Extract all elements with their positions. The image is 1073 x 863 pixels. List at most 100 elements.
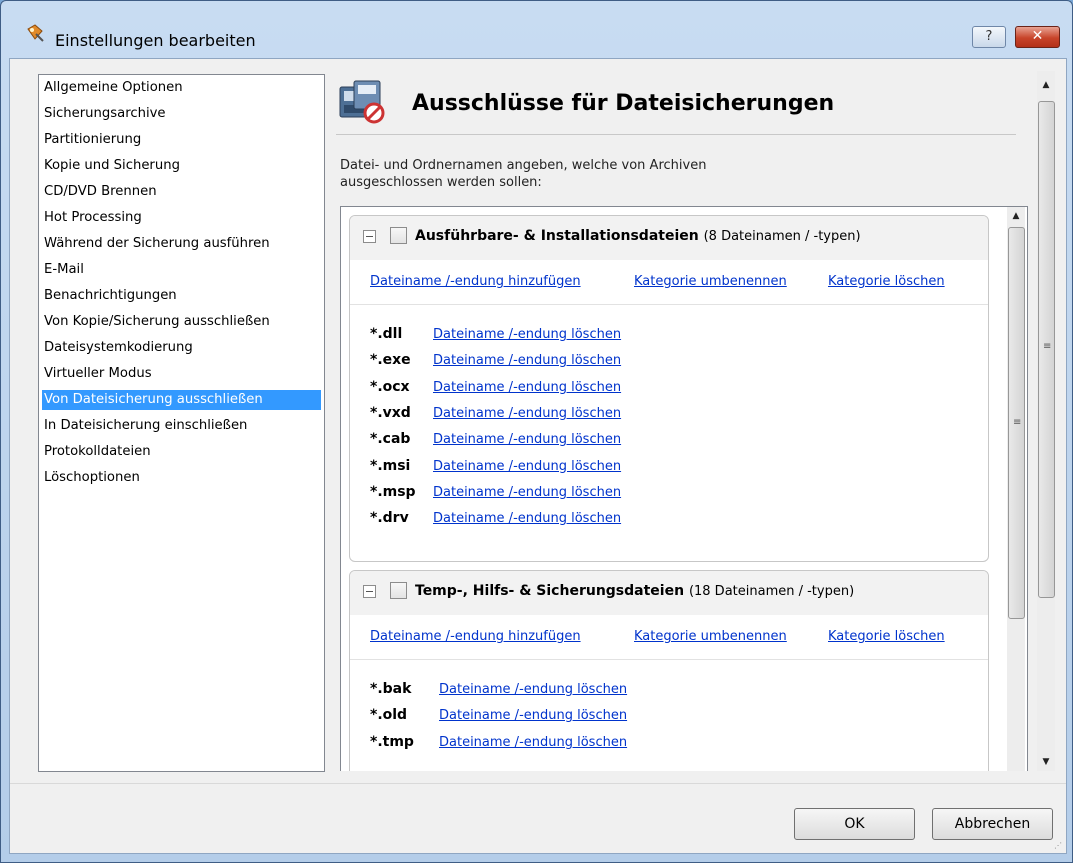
cancel-button[interactable]: Abbrechen <box>932 808 1053 840</box>
delete-filename-link[interactable]: Dateiname /-endung löschen <box>439 682 627 697</box>
window-title: Einstellungen bearbeiten <box>55 31 256 50</box>
help-button[interactable]: ? <box>972 26 1006 48</box>
description-text: Datei- und Ordnernamen angeben, welche v… <box>340 157 820 191</box>
content-scroll-thumb[interactable]: ≡ <box>1038 101 1055 598</box>
delete-filename-link[interactable]: Dateiname /-endung löschen <box>433 432 621 447</box>
file-extension: *.vxd <box>370 404 411 421</box>
rename-category-link[interactable]: Kategorie umbenennen <box>634 274 787 289</box>
file-entry-row: *.exe Dateiname /-endung löschen <box>370 348 970 374</box>
scroll-thumb[interactable]: ≡ <box>1008 227 1025 619</box>
nav-item[interactable]: Benachrichtigungen <box>42 286 321 306</box>
nav-item[interactable]: Allgemeine Optionen <box>42 78 321 98</box>
delete-filename-link[interactable]: Dateiname /-endung löschen <box>433 459 621 474</box>
file-entry-row: *.bak Dateiname /-endung löschen <box>370 677 970 703</box>
nav-item[interactable]: Virtueller Modus <box>42 364 321 384</box>
category-actions: Dateiname /-endung hinzufügen Kategorie u… <box>350 260 988 305</box>
file-entry-row: *.drv Dateiname /-endung löschen <box>370 506 970 532</box>
scroll-up-arrow-icon[interactable]: ▲ <box>1007 207 1025 225</box>
ok-button[interactable]: OK <box>794 808 915 840</box>
delete-category-link[interactable]: Kategorie löschen <box>828 629 945 644</box>
category-checkbox[interactable] <box>390 227 407 244</box>
delete-filename-link[interactable]: Dateiname /-endung löschen <box>433 511 621 526</box>
add-filename-link[interactable]: Dateiname /-endung hinzufügen <box>370 274 581 289</box>
file-extension: *.bak <box>370 681 412 697</box>
description-line-1: Datei- und Ordnernamen angeben, welche v… <box>340 158 707 173</box>
category-count: (8 Dateinamen / -typen) <box>703 229 861 244</box>
category-name: Temp-, Hilfs- & Sicherungsdateien <box>415 583 685 599</box>
delete-filename-link[interactable]: Dateiname /-endung löschen <box>433 353 621 368</box>
file-entry-row: *.dll Dateiname /-endung löschen <box>370 322 970 348</box>
content-scroll-down-arrow-icon[interactable]: ▼ <box>1037 753 1055 771</box>
file-entry-row: *.msi Dateiname /-endung löschen <box>370 454 970 480</box>
nav-item[interactable]: Protokolldateien <box>42 442 321 462</box>
app-icon <box>27 24 44 42</box>
footer-divider <box>10 783 1066 784</box>
file-extension: *.msi <box>370 457 411 474</box>
content-grip-icon: ≡ <box>1043 341 1052 352</box>
nav-item[interactable]: E-Mail <box>42 260 321 280</box>
nav-item[interactable]: Sicherungsarchive <box>42 104 321 124</box>
nav-item[interactable]: Hot Processing <box>42 208 321 228</box>
nav-item[interactable]: Löschoptionen <box>42 468 321 488</box>
category-count: (18 Dateinamen / -typen) <box>688 584 855 599</box>
delete-filename-link[interactable]: Dateiname /-endung löschen <box>433 406 621 421</box>
file-extension: *.old <box>370 707 408 724</box>
file-extension: *.ocx <box>370 378 410 395</box>
category-name: Ausführbare- & Installationsdateien <box>415 228 699 244</box>
settings-dialog: Einstellungen bearbeiten ? ✕ Allgemeine … <box>0 0 1073 863</box>
category-title: Temp-, Hilfs- & Sicherungsdateien (18 Da… <box>415 583 854 599</box>
content-scrollbar[interactable]: ▲ ≡ ▼ <box>1037 71 1055 771</box>
title-divider <box>336 134 1016 135</box>
nav-item[interactable]: Kopie und Sicherung <box>42 156 321 176</box>
nav-item[interactable]: CD/DVD Brennen <box>42 182 321 202</box>
add-filename-link[interactable]: Dateiname /-endung hinzufügen <box>370 629 581 644</box>
file-extension: *.msp <box>370 483 416 500</box>
delete-filename-link[interactable]: Dateiname /-endung löschen <box>433 485 621 500</box>
file-extension: *.dll <box>370 326 403 342</box>
nav-item[interactable]: In Dateisicherung einschließen <box>42 416 321 436</box>
nav-item[interactable]: Von Kopie/Sicherung ausschließen <box>42 312 321 332</box>
backup-exclusion-icon <box>339 80 385 124</box>
file-entry-row: *.old Dateiname /-endung löschen <box>370 703 970 729</box>
rename-category-link[interactable]: Kategorie umbenennen <box>634 629 787 644</box>
nav-item[interactable]: Während der Sicherung ausführen <box>42 234 321 254</box>
content-panel: Ausschlüsse für Dateisicherungen Datei- … <box>328 71 1038 771</box>
file-entry-row: *.msp Dateiname /-endung löschen <box>370 480 970 506</box>
resize-grip-icon[interactable]: ⋰ <box>1054 841 1064 851</box>
collapse-icon[interactable] <box>363 585 376 598</box>
nav-item[interactable]: Partitionierung <box>42 130 321 150</box>
file-extension: *.drv <box>370 510 409 527</box>
file-entry-row: *.vxd Dateiname /-endung löschen <box>370 401 970 427</box>
category-panel: Ausführbare- & Installationsdateien (8 D… <box>349 215 989 562</box>
dialog-body: Allgemeine Optionen Sicherungsarchive Part… <box>9 58 1067 854</box>
close-button[interactable]: ✕ <box>1015 26 1060 48</box>
file-entry-row: *.ocx Dateiname /-endung löschen <box>370 375 970 401</box>
collapse-icon[interactable] <box>363 230 376 243</box>
category-panel: Temp-, Hilfs- & Sicherungsdateien (18 Da… <box>349 570 989 771</box>
grip-icon: ≡ <box>1013 417 1022 428</box>
category-actions: Dateiname /-endung hinzufügen Kategorie u… <box>350 615 988 660</box>
nav-item[interactable]: Dateisystemkodierung <box>42 338 321 358</box>
category-header: Temp-, Hilfs- & Sicherungsdateien (18 Da… <box>350 571 988 616</box>
delete-filename-link[interactable]: Dateiname /-endung löschen <box>433 327 621 342</box>
description-line-2: ausgeschlossen werden sollen: <box>340 175 542 190</box>
category-title: Ausführbare- & Installationsdateien (8 D… <box>415 228 861 244</box>
file-extension: *.tmp <box>370 733 414 750</box>
exclusion-list-scrollbar[interactable]: ▲ ≡ <box>1007 207 1025 771</box>
delete-category-link[interactable]: Kategorie löschen <box>828 274 945 289</box>
page-title: Ausschlüsse für Dateisicherungen <box>412 91 835 116</box>
category-checkbox[interactable] <box>390 582 407 599</box>
delete-filename-link[interactable]: Dateiname /-endung löschen <box>439 708 627 723</box>
file-entry-row: *.tmp Dateiname /-endung löschen <box>370 730 970 756</box>
delete-filename-link[interactable]: Dateiname /-endung löschen <box>439 735 627 750</box>
file-entry-row: *.cab Dateiname /-endung löschen <box>370 427 970 453</box>
delete-filename-link[interactable]: Dateiname /-endung löschen <box>433 380 621 395</box>
title-bar[interactable]: Einstellungen bearbeiten ? ✕ <box>1 1 1072 50</box>
content-scroll-up-arrow-icon[interactable]: ▲ <box>1037 76 1055 94</box>
settings-nav-list[interactable]: Allgemeine Optionen Sicherungsarchive Part… <box>38 74 325 772</box>
exclusion-list[interactable]: Temp-, Hilfs- & Sicherungsdateien (18 Da… <box>340 206 1028 771</box>
file-extension: *.cab <box>370 431 411 448</box>
file-extension: *.exe <box>370 352 411 369</box>
category-header: Ausführbare- & Installationsdateien (8 D… <box>350 216 988 261</box>
nav-item[interactable]: Von Dateisicherung ausschließen <box>42 390 321 410</box>
